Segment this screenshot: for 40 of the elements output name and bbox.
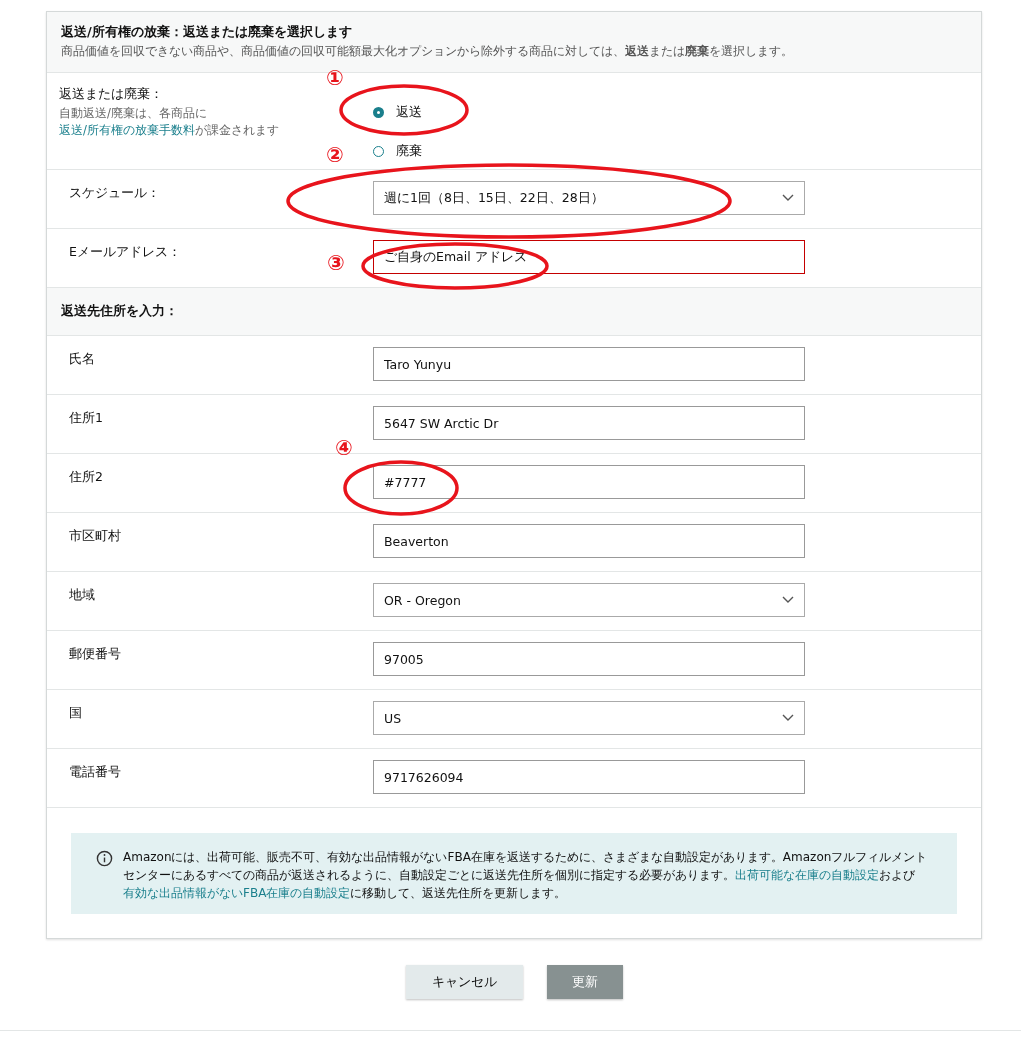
field-label: 市区町村 [69,528,121,543]
annotation-number: ④ [335,436,353,460]
field-label: 氏名 [69,351,95,366]
chevron-down-icon [782,194,794,202]
panel-subtitle: 商品価値を回収できない商品や、商品価値の回収可能額最大化オプションから除外する商品に対しては、返送または廃棄を選択します。 [61,44,794,59]
fee-link[interactable]: 返送/所有権の放棄手数料 [59,123,195,138]
section-heading: 返送先住所を入力： [47,288,981,336]
info-link[interactable]: 出荷可能な在庫の自動設定 [735,868,879,882]
field-label: 郵便番号 [69,646,121,661]
field-label: スケジュール： [69,185,160,200]
dropdown-field[interactable]: OR - Oregon [373,583,805,617]
field-label: 電話番号 [69,764,121,779]
radio-option[interactable]: 廃棄 [373,143,422,160]
field-label: 返送または廃棄： [59,86,164,103]
field-label: 住所1 [69,410,103,425]
email-field[interactable]: ご自身のEmail アドレス [373,240,805,274]
radio-option[interactable]: 返送 [373,104,422,121]
input-field[interactable]: 97005 [373,642,805,676]
field-label: 地域 [69,587,95,602]
info-text: Amazonには、出荷可能、販売不可、有効な出品情報がないFBA在庫を返送するために、さまざまな自動設定があります。Amazonフルフィルメントセンターにあるすべての商品が返送されるように、自動設定ごとに返送先住所を個別に指定する必要があります。出荷可能な在庫の自動設定および 有効な出品情報がないFBA在庫の自動設定に移動して、返送先住所を更新します。 [123,849,929,902]
chevron-down-icon [782,714,794,722]
input-field[interactable]: #7777 [373,465,805,499]
input-field[interactable]: Beaverton [373,524,805,558]
panel-title: 返送/所有権の放棄：返送または廃棄を選択します [61,23,353,41]
annotation-number: ② [326,143,344,167]
info-icon [96,850,113,867]
field-label: 住所2 [69,469,103,484]
input-field[interactable]: 5647 SW Arctic Dr [373,406,805,440]
input-field[interactable]: Taro Yunyu [373,347,805,381]
info-link[interactable]: 有効な出品情報がないFBA在庫の自動設定 [123,886,351,900]
annotation-number: ① [326,66,344,90]
fee-hint: 自動返送/廃棄は、各商品に 返送/所有権の放棄手数料が課金されます [59,105,280,140]
field-label: 国 [69,705,82,720]
dropdown-field[interactable]: US [373,701,805,735]
cancel-button[interactable]: キャンセル [406,965,523,999]
input-field[interactable]: 9717626094 [373,760,805,794]
schedule-dropdown[interactable]: 週に1回（8日、15日、22日、28日） [373,181,805,215]
annotation-number: ③ [327,251,345,275]
chevron-down-icon [782,596,794,604]
field-label: Eメールアドレス： [69,244,181,259]
